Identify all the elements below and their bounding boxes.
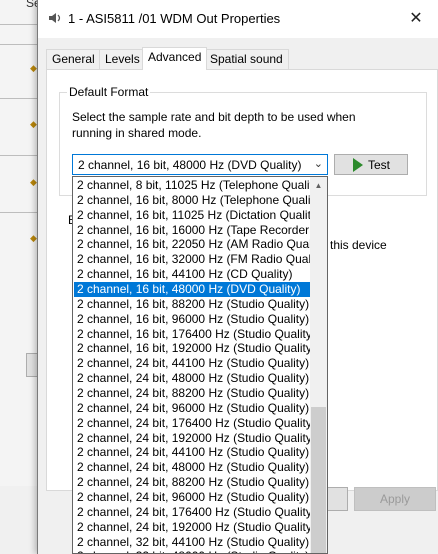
sample-rate-select[interactable]: 2 channel, 16 bit, 48000 Hz (DVD Quality… [72, 154, 328, 175]
background-divider [0, 24, 40, 25]
dropdown-option[interactable]: 2 channel, 16 bit, 192000 Hz (Studio Qua… [74, 341, 310, 356]
default-format-description: Select the sample rate and bit depth to … [72, 110, 356, 140]
close-button[interactable]: ✕ [393, 0, 438, 38]
dropdown-option[interactable]: 2 channel, 16 bit, 88200 Hz (Studio Qual… [74, 297, 310, 312]
dropdown-option[interactable]: 2 channel, 16 bit, 32000 Hz (FM Radio Qu… [74, 252, 310, 267]
dropdown-option[interactable]: 2 channel, 16 bit, 44100 Hz (CD Quality) [74, 267, 310, 282]
dropdown-option[interactable]: 2 channel, 16 bit, 48000 Hz (DVD Quality… [74, 282, 310, 297]
dropdown-option[interactable]: 2 channel, 24 bit, 88200 Hz (Studio Qual… [74, 475, 310, 490]
dialog-title: 1 - ASI5811 /01 WDM Out Properties [68, 11, 281, 26]
play-icon [353, 158, 363, 172]
background-divider [0, 212, 40, 213]
tab-levels[interactable]: Levels [99, 49, 146, 69]
dropdown-option[interactable]: 2 channel, 32 bit, 48000 Hz (Studio Qual… [74, 549, 310, 553]
dropdown-option[interactable]: 2 channel, 24 bit, 176400 Hz (Studio Qua… [74, 505, 310, 520]
dropdown-option[interactable]: 2 channel, 16 bit, 96000 Hz (Studio Qual… [74, 312, 310, 327]
background-divider [0, 44, 40, 45]
dropdown-option[interactable]: 2 channel, 24 bit, 192000 Hz (Studio Qua… [74, 431, 310, 446]
dropdown-option[interactable]: 2 channel, 32 bit, 44100 Hz (Studio Qual… [74, 535, 310, 550]
dropdown-option[interactable]: 2 channel, 24 bit, 96000 Hz (Studio Qual… [74, 490, 310, 505]
default-format-label: Default Format [67, 85, 151, 99]
dropdown-option[interactable]: 2 channel, 24 bit, 96000 Hz (Studio Qual… [74, 401, 310, 416]
apply-button[interactable]: Apply [354, 487, 436, 511]
tab-advanced[interactable]: Advanced [142, 47, 208, 70]
tab-spatial-sound[interactable]: Spatial sound [204, 49, 289, 69]
chevron-down-icon: ⌄ [313, 158, 323, 170]
dropdown-options: 2 channel, 8 bit, 11025 Hz (Telephone Qu… [74, 178, 310, 553]
scrollbar-thumb[interactable] [311, 407, 326, 553]
close-icon: ✕ [409, 10, 423, 27]
test-button[interactable]: Test [334, 154, 408, 175]
dropdown-scrollbar[interactable]: ▲ [310, 177, 327, 553]
exclusive-mode-text: this device [330, 238, 387, 252]
dropdown-option[interactable]: 2 channel, 16 bit, 16000 Hz (Tape Record… [74, 223, 310, 238]
dropdown-option[interactable]: 2 channel, 16 bit, 8000 Hz (Telephone Qu… [74, 193, 310, 208]
background-divider [0, 155, 40, 156]
sample-rate-dropdown-list[interactable]: 2 channel, 8 bit, 11025 Hz (Telephone Qu… [72, 176, 328, 554]
dropdown-option[interactable]: 2 channel, 8 bit, 11025 Hz (Telephone Qu… [74, 178, 310, 193]
title-bar[interactable]: 1 - ASI5811 /01 WDM Out Properties ✕ [38, 0, 438, 38]
dropdown-option[interactable]: 2 channel, 16 bit, 176400 Hz (Studio Qua… [74, 327, 310, 342]
background-divider [0, 98, 40, 99]
dropdown-option[interactable]: 2 channel, 24 bit, 88200 Hz (Studio Qual… [74, 386, 310, 401]
speaker-icon [49, 13, 61, 23]
scroll-up-icon[interactable]: ▲ [310, 177, 327, 194]
dropdown-option[interactable]: 2 channel, 24 bit, 44100 Hz (Studio Qual… [74, 356, 310, 371]
tab-general[interactable]: General [46, 49, 101, 69]
dropdown-option[interactable]: 2 channel, 24 bit, 44100 Hz (Studio Qual… [74, 445, 310, 460]
dropdown-option[interactable]: 2 channel, 24 bit, 48000 Hz (Studio Qual… [74, 371, 310, 386]
dropdown-option[interactable]: 2 channel, 24 bit, 48000 Hz (Studio Qual… [74, 460, 310, 475]
dropdown-option[interactable]: 2 channel, 16 bit, 22050 Hz (AM Radio Qu… [74, 237, 310, 252]
sample-rate-selected-value: 2 channel, 16 bit, 48000 Hz (DVD Quality… [78, 158, 302, 172]
test-button-label: Test [368, 158, 391, 172]
background-window-panel [0, 0, 41, 554]
dropdown-option[interactable]: 2 channel, 24 bit, 192000 Hz (Studio Qua… [74, 520, 310, 535]
dropdown-option[interactable]: 2 channel, 16 bit, 11025 Hz (Dictation Q… [74, 208, 310, 223]
dropdown-option[interactable]: 2 channel, 24 bit, 176400 Hz (Studio Qua… [74, 416, 310, 431]
